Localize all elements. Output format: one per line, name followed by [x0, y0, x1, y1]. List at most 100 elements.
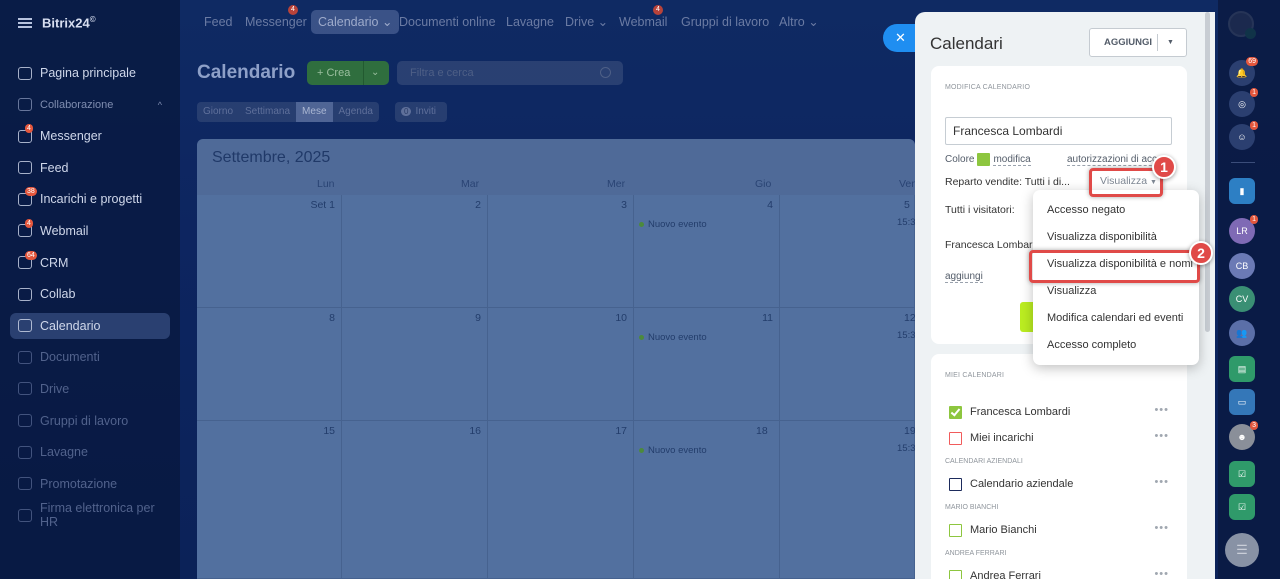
- calendar-event[interactable]: Nuovo evento: [639, 332, 707, 343]
- open-chat-button[interactable]: ☰: [1225, 533, 1259, 567]
- modify-color-link[interactable]: modifica: [993, 154, 1031, 166]
- menu-item-view[interactable]: Visualizza: [1047, 285, 1096, 297]
- chat-bubble-icon[interactable]: ☺ 1: [1229, 121, 1258, 150]
- bookmark-icon[interactable]: ▮: [1229, 178, 1255, 204]
- more-icon[interactable]: •••: [1154, 476, 1169, 488]
- day-cell[interactable]: 8: [197, 308, 342, 421]
- day-cell[interactable]: 3: [488, 195, 634, 308]
- tab-workgroups[interactable]: Gruppi di lavoro: [674, 10, 776, 34]
- day-number: Set 1: [310, 199, 335, 211]
- checkbox[interactable]: [949, 431, 962, 445]
- day-cell[interactable]: 4 Nuovo evento: [634, 195, 780, 308]
- calendar-event[interactable]: Nuovo evento: [639, 219, 707, 230]
- checkbox[interactable]: [949, 477, 962, 491]
- sidebar-item-collab[interactable]: Collab: [10, 281, 170, 307]
- day-cell[interactable]: 11 Nuovo evento: [634, 308, 780, 421]
- menu-item-full-access[interactable]: Accesso completo: [1047, 339, 1136, 351]
- bell-icon[interactable]: 🔔 69: [1229, 57, 1258, 86]
- sidebar-item-tasks[interactable]: 38 Incarichi e progetti: [10, 186, 170, 212]
- avatar-cv[interactable]: CV: [1229, 286, 1255, 312]
- target-icon[interactable]: ◎ 1: [1229, 88, 1258, 117]
- sidebar-item-collaboration[interactable]: Collaborazione ^: [10, 92, 170, 118]
- invites-button[interactable]: 0 Inviti: [395, 102, 447, 122]
- day-cell[interactable]: 16: [342, 421, 488, 579]
- color-swatch[interactable]: [977, 153, 991, 166]
- calendar-item[interactable]: Mario Bianchi •••: [949, 522, 1169, 538]
- more-icon[interactable]: •••: [1154, 522, 1169, 534]
- tab-webmail[interactable]: 4 Webmail: [612, 5, 674, 34]
- contact-card-icon[interactable]: ▤: [1229, 356, 1255, 382]
- counter-badge: 4: [288, 5, 298, 15]
- day-cell[interactable]: 12 15:30: [780, 308, 915, 421]
- more-icon[interactable]: •••: [1154, 430, 1169, 442]
- tab-feed[interactable]: Feed: [197, 10, 240, 34]
- menu-item-edit[interactable]: Modifica calendari ed eventi: [1047, 312, 1183, 324]
- more-icon[interactable]: •••: [1154, 404, 1169, 416]
- panel-title: Calendari: [930, 34, 1003, 53]
- avatar-lr[interactable]: LR 1: [1229, 215, 1258, 244]
- search-input[interactable]: Filtra e cerca: [397, 61, 623, 85]
- chevron-down-icon[interactable]: ⌄: [371, 61, 379, 85]
- day-cell[interactable]: 19 15:30: [780, 421, 915, 579]
- more-icon[interactable]: •••: [1154, 568, 1169, 579]
- sidebar-item-webmail[interactable]: 4 Webmail: [10, 218, 170, 244]
- access-permissions-link[interactable]: autorizzazioni di accesso: [1067, 154, 1162, 166]
- add-access-link[interactable]: aggiungi: [945, 271, 983, 283]
- calendar-item[interactable]: Francesca Lombardi •••: [949, 404, 1169, 420]
- tab-calendar[interactable]: Calendario ⌄: [311, 10, 400, 34]
- sidebar-item-crm[interactable]: 64 CRM: [10, 250, 170, 276]
- tab-drive[interactable]: Drive ⌄: [558, 10, 615, 34]
- day-number: 9: [475, 312, 481, 324]
- day-cell[interactable]: 17: [488, 421, 634, 579]
- tab-messenger[interactable]: 4 Messenger: [238, 5, 314, 34]
- tab-online-documents[interactable]: Documenti online: [392, 10, 503, 34]
- sidebar-item-boards[interactable]: Lavagne: [10, 439, 170, 465]
- create-button[interactable]: + Crea ⌄: [307, 61, 389, 85]
- checkbox[interactable]: [949, 405, 962, 419]
- sidebar-item-e-signature[interactable]: Firma elettronica per HR: [10, 501, 170, 529]
- day-cell[interactable]: 9: [342, 308, 488, 421]
- day-cell[interactable]: 5 15:30: [780, 195, 915, 308]
- checklist-icon[interactable]: ☑: [1229, 494, 1255, 520]
- view-month[interactable]: Mese: [296, 102, 333, 122]
- calendar-item[interactable]: Miei incarichi •••: [949, 430, 1169, 446]
- calendar-event[interactable]: Nuovo evento: [639, 445, 707, 456]
- day-cell[interactable]: Set 1: [197, 195, 342, 308]
- day-cell[interactable]: 15: [197, 421, 342, 579]
- add-calendar-button[interactable]: AGGIUNGI ▼: [1089, 28, 1187, 57]
- view-agenda[interactable]: Agenda: [333, 102, 379, 122]
- tab-boards[interactable]: Lavagne: [499, 10, 561, 34]
- sidebar-item-label: Pagina principale: [40, 66, 136, 80]
- calendar-name-field[interactable]: Francesca Lombardi: [945, 117, 1172, 145]
- view-day[interactable]: Giorno: [197, 102, 239, 122]
- close-panel-button[interactable]: ✕: [883, 24, 915, 52]
- sidebar-item-automation[interactable]: Promotazione: [10, 471, 170, 497]
- message-icon[interactable]: ▭: [1229, 389, 1255, 415]
- checkbox[interactable]: [949, 523, 962, 537]
- day-cell[interactable]: 2: [342, 195, 488, 308]
- sidebar-item-workgroups[interactable]: Gruppi di lavoro: [10, 408, 170, 434]
- day-cell[interactable]: 18 Nuovo evento: [634, 421, 780, 579]
- sidebar-item-home[interactable]: Pagina principale: [10, 60, 170, 86]
- sidebar-item-drive[interactable]: Drive: [10, 376, 170, 402]
- checkbox[interactable]: [949, 569, 962, 579]
- tab-more[interactable]: Altro ⌄: [772, 10, 826, 34]
- sidebar-item-feed[interactable]: Feed: [10, 155, 170, 181]
- day-cell[interactable]: 10: [488, 308, 634, 421]
- sidebar-item-messenger[interactable]: 4 Messenger: [10, 123, 170, 149]
- brand[interactable]: Bitrix24©: [18, 13, 96, 33]
- sidebar-item-calendar[interactable]: Calendario: [10, 312, 170, 339]
- calendar-item[interactable]: Calendario aziendale •••: [949, 476, 1169, 492]
- view-week[interactable]: Settimana: [239, 102, 296, 122]
- menu-icon[interactable]: [18, 18, 32, 28]
- calendar-item[interactable]: Andrea Ferrari •••: [949, 568, 1169, 579]
- user-avatar-rail[interactable]: ☻ 3: [1229, 421, 1258, 450]
- panel-scrollbar[interactable]: [1205, 12, 1210, 332]
- avatar-cb[interactable]: CB: [1229, 253, 1255, 279]
- sidebar-item-documents[interactable]: Documenti: [10, 344, 170, 370]
- chevron-down-icon[interactable]: ▼: [1167, 29, 1174, 56]
- group-chat-icon[interactable]: 👥: [1229, 320, 1255, 346]
- menu-item-view-availability[interactable]: Visualizza disponibilità: [1047, 231, 1157, 243]
- checklist-icon[interactable]: ☑: [1229, 461, 1255, 487]
- menu-item-access-denied[interactable]: Accesso negato: [1047, 204, 1125, 216]
